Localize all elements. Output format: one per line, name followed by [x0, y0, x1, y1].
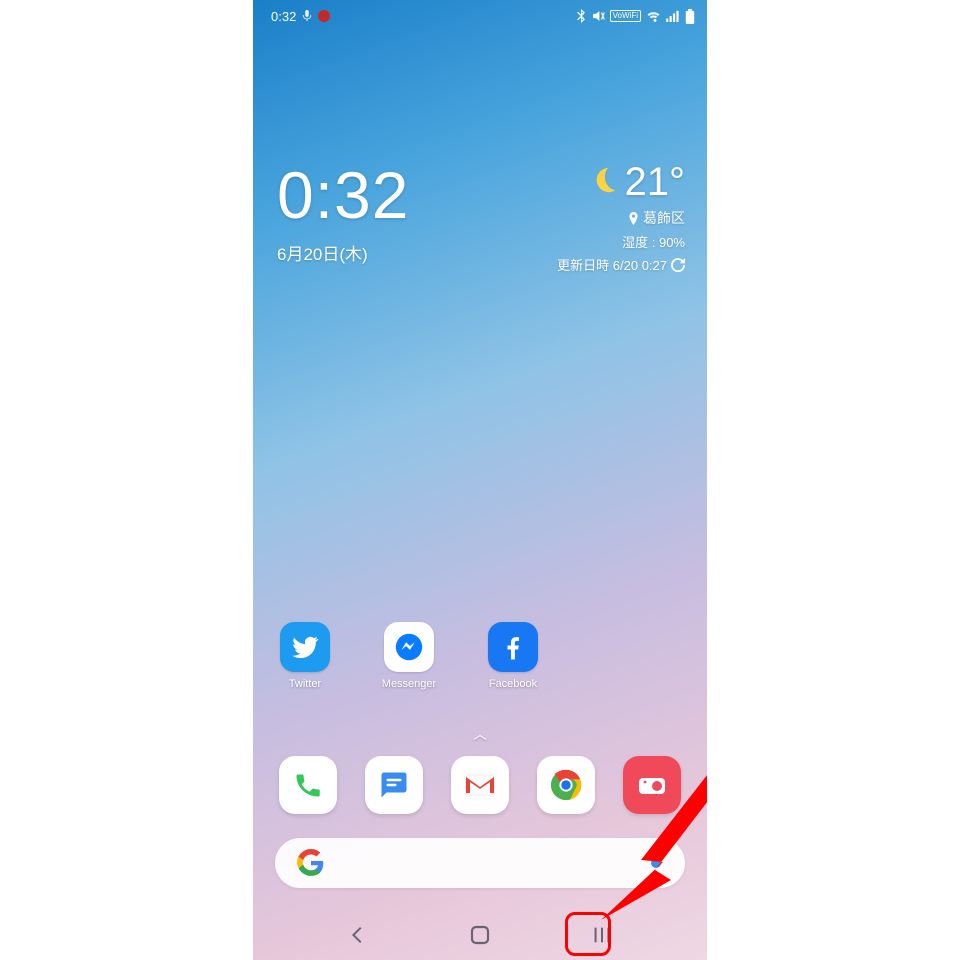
dock-gmail[interactable] — [451, 756, 509, 814]
google-logo-icon — [297, 849, 325, 877]
app-label: Facebook — [489, 678, 537, 690]
status-bar: 0:32 VoWiFi — [253, 0, 707, 28]
home-icon — [468, 923, 492, 947]
weather-updated: 更新日時 6/20 0:27 — [557, 255, 667, 274]
nav-home[interactable] — [451, 915, 509, 955]
clock-date: 6月20日(木) — [277, 240, 409, 265]
gmail-icon — [464, 773, 496, 797]
clock-time: 0:32 — [277, 162, 409, 228]
mute-icon — [591, 9, 605, 23]
bluetooth-icon — [576, 9, 586, 23]
dock-camera[interactable] — [623, 756, 681, 814]
battery-icon — [685, 9, 695, 24]
twitter-icon — [280, 622, 330, 672]
wifi-icon — [646, 10, 661, 22]
chrome-icon — [549, 768, 583, 802]
app-label: Messenger — [382, 678, 436, 690]
recents-icon — [591, 925, 613, 945]
nav-recents[interactable] — [573, 915, 631, 955]
weather-humidity: 湿度 : 90% — [622, 232, 685, 251]
weather-widget[interactable]: 21° 葛飾区 湿度 : 90% 更新日時 6/20 0:27 — [557, 162, 685, 274]
app-row: Twitter Messenger Facebook — [271, 622, 547, 690]
facebook-icon — [488, 622, 538, 672]
refresh-icon — [671, 258, 685, 272]
status-time: 0:32 — [271, 9, 296, 24]
drawer-arrow-icon[interactable]: ︿ — [253, 724, 707, 744]
assistant-dot-icon — [651, 858, 661, 868]
camera-icon — [637, 774, 667, 796]
clock-widget[interactable]: 0:32 6月20日(木) — [277, 162, 409, 265]
messages-icon — [379, 770, 409, 800]
widgets-row: 0:32 6月20日(木) 21° 葛飾区 湿度 : 90% 更新日時 6/20… — [277, 162, 685, 274]
dock-phone[interactable] — [279, 756, 337, 814]
moon-icon — [589, 166, 617, 194]
nav-back[interactable] — [329, 915, 387, 955]
phone-icon — [293, 770, 323, 800]
weather-location: 葛飾区 — [643, 208, 685, 228]
weather-temp: 21° — [625, 162, 686, 202]
google-search-bar[interactable] — [275, 838, 685, 888]
home-screen: 0:32 VoWiFi 0:32 6月20日(木) 21° 葛飾区 — [253, 0, 707, 960]
signal-icon — [666, 10, 680, 22]
location-pin-icon — [628, 212, 639, 225]
nav-bar — [253, 910, 707, 960]
status-right: VoWiFi — [576, 9, 695, 24]
vowifi-icon: VoWiFi — [610, 10, 641, 22]
dock-chrome[interactable] — [537, 756, 595, 814]
dock — [253, 756, 707, 814]
messenger-icon — [384, 622, 434, 672]
app-twitter[interactable]: Twitter — [271, 622, 339, 690]
app-label: Twitter — [289, 678, 321, 690]
back-icon — [347, 924, 369, 946]
mic-icon — [302, 10, 312, 22]
app-facebook[interactable]: Facebook — [479, 622, 547, 690]
status-left: 0:32 — [271, 9, 330, 24]
app-messenger[interactable]: Messenger — [375, 622, 443, 690]
dock-messages[interactable] — [365, 756, 423, 814]
app-dot-icon — [318, 10, 330, 22]
